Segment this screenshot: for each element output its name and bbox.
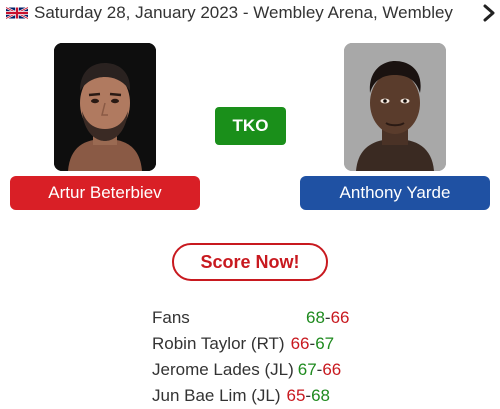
score-right: 68 [311, 386, 331, 405]
scorecard-row: Jun Bae Lim (JL) 65-68 [152, 383, 382, 409]
scorecard-name: Fans [152, 308, 190, 327]
result-badge: TKO [215, 107, 286, 145]
uk-flag-icon [6, 6, 28, 20]
scorecard-name: Jun Bae Lim (JL) [152, 386, 281, 405]
fighter-left-name-button[interactable]: Artur Beterbiev [10, 176, 200, 210]
fighter-left-portrait [54, 43, 156, 171]
score-left: 66 [290, 334, 310, 353]
score-left: 67 [297, 360, 317, 379]
event-info: Saturday 28, January 2023 - Wembley Aren… [34, 3, 453, 22]
score-right: 66 [330, 308, 350, 327]
scorecard-row: Robin Taylor (RT) 66-67 [152, 331, 382, 357]
score-right: 67 [315, 334, 335, 353]
event-header[interactable]: Saturday 28, January 2023 - Wembley Aren… [0, 0, 500, 28]
scorecard-score: 66-67 [290, 334, 335, 353]
scorecard-score: 68-66 [306, 308, 350, 327]
scorecard-score: 65-68 [286, 386, 331, 405]
score-now-button[interactable]: Score Now! [172, 243, 328, 281]
scorecard-name: Robin Taylor (RT) [152, 334, 285, 353]
scorecard-row: Jerome Lades (JL) 67-66 [152, 357, 382, 383]
score-left: 68 [306, 308, 325, 327]
scorecard-score: 67-66 [297, 360, 342, 379]
score-left: 65 [286, 386, 306, 405]
scorecards-list: Fans 68-66 Robin Taylor (RT) 66-67 Jerom… [152, 305, 382, 409]
scorecard-name: Jerome Lades (JL) [152, 360, 294, 379]
fighter-left-photo[interactable] [54, 43, 156, 171]
chevron-right-icon[interactable] [482, 3, 496, 23]
score-right: 66 [322, 360, 342, 379]
fighter-right-portrait [344, 43, 446, 171]
scorecard-row: Fans 68-66 [152, 305, 382, 331]
fighter-right-photo[interactable] [344, 43, 446, 171]
fighter-right-name-button[interactable]: Anthony Yarde [300, 176, 490, 210]
